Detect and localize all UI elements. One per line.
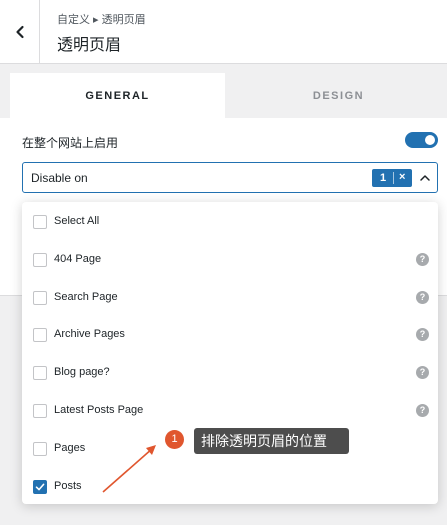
help-icon[interactable]: ?: [416, 291, 429, 304]
checkbox[interactable]: [33, 404, 47, 418]
option-select-all[interactable]: Select All: [22, 203, 438, 241]
help-icon[interactable]: ?: [416, 404, 429, 417]
checkbox[interactable]: [33, 291, 47, 305]
badge-divider: [393, 172, 394, 184]
selected-count: 1: [380, 172, 387, 184]
option-label: Select All: [54, 215, 100, 227]
option-label: Posts: [54, 480, 82, 492]
option-404-page[interactable]: 404 Page ?: [22, 241, 438, 279]
breadcrumb: 自定义 ▸ 透明页眉: [57, 14, 146, 26]
selected-count-badge: 1 ×: [372, 169, 412, 187]
chevron-left-icon: [15, 25, 24, 39]
option-label: Blog page?: [54, 366, 110, 378]
back-button[interactable]: [0, 0, 40, 64]
option-search-page[interactable]: Search Page ?: [22, 279, 438, 317]
option-archive-pages[interactable]: Archive Pages ?: [22, 316, 438, 354]
checkmark-icon: [35, 483, 45, 491]
page-title: 透明页眉: [57, 37, 122, 54]
help-icon[interactable]: ?: [416, 253, 429, 266]
annotation-arrow-icon: [102, 445, 156, 493]
select-value: Disable on: [31, 171, 88, 185]
option-label: Search Page: [54, 291, 118, 303]
disable-on-select[interactable]: Disable on 1 ×: [22, 162, 438, 193]
checkbox[interactable]: [33, 215, 47, 229]
checkbox[interactable]: [33, 442, 47, 456]
tab-design[interactable]: DESIGN: [230, 73, 447, 118]
checkbox[interactable]: [33, 328, 47, 342]
option-posts[interactable]: Posts: [22, 468, 438, 506]
clear-selection-icon[interactable]: ×: [399, 171, 405, 183]
enable-sitewide-label: 在整个网站上启用: [22, 136, 119, 150]
option-latest-posts-page[interactable]: Latest Posts Page ?: [22, 392, 438, 430]
checkbox[interactable]: [33, 366, 47, 380]
option-label: 404 Page: [54, 253, 102, 265]
tab-general[interactable]: GENERAL: [10, 73, 225, 118]
option-label: Latest Posts Page: [54, 404, 144, 416]
option-label: Archive Pages: [54, 328, 125, 340]
checkbox-checked[interactable]: [33, 480, 47, 494]
option-blog-page[interactable]: Blog page? ?: [22, 354, 438, 392]
annotation-number-badge: 1: [165, 430, 184, 449]
customizer-header: 自定义 ▸ 透明页眉 透明页眉: [0, 0, 447, 64]
help-icon[interactable]: ?: [416, 366, 429, 379]
disable-on-dropdown: Select All 404 Page ? Search Page ? Arch…: [22, 202, 438, 504]
enable-sitewide-toggle[interactable]: [405, 132, 438, 148]
toggle-knob: [425, 135, 435, 145]
chevron-up-icon[interactable]: [419, 172, 431, 184]
help-icon[interactable]: ?: [416, 328, 429, 341]
annotation-callout: 排除透明页眉的位置: [194, 428, 349, 454]
option-label: Pages: [54, 442, 86, 454]
checkbox[interactable]: [33, 253, 47, 267]
tab-bar: GENERAL DESIGN: [0, 64, 447, 118]
